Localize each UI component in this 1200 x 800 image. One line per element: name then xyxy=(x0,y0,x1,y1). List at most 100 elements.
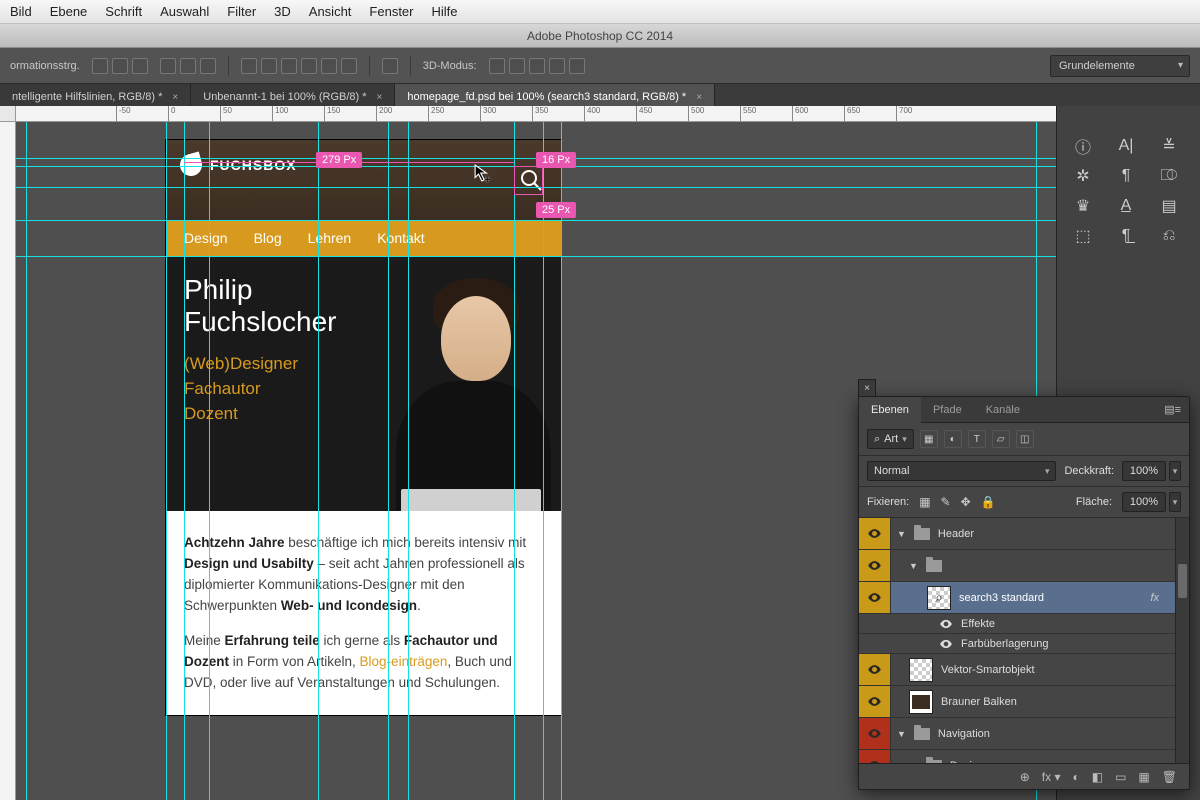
ruler-corner[interactable] xyxy=(0,106,16,122)
close-icon[interactable]: × xyxy=(172,92,178,103)
layer-item-selected[interactable]: search3 standardfx⌃ xyxy=(859,582,1189,614)
visibility-toggle[interactable] xyxy=(859,750,891,763)
layer-effect-item[interactable]: Farbüberlagerung xyxy=(859,634,1189,654)
3d-icon[interactable] xyxy=(529,58,545,74)
guide[interactable] xyxy=(16,256,1200,257)
menu-item[interactable]: Hilfe xyxy=(432,4,458,19)
selection-box[interactable] xyxy=(514,166,543,195)
layers-panel[interactable]: × Ebenen Pfade Kanäle ▤≡ ⌕ Art ▦ ◐ T ▱ ◫… xyxy=(858,396,1190,790)
distribute-icon[interactable] xyxy=(321,58,337,74)
scrollbar-thumb[interactable] xyxy=(1178,564,1187,598)
guide[interactable] xyxy=(561,122,562,800)
link-layers-icon[interactable]: ⊕ xyxy=(1020,770,1030,784)
align-icon[interactable] xyxy=(200,58,216,74)
menu-item[interactable]: Fenster xyxy=(369,4,413,19)
navigator-icon[interactable]: ✲ xyxy=(1067,164,1099,188)
visibility-toggle[interactable] xyxy=(859,718,891,749)
3d-icon[interactable] xyxy=(509,58,525,74)
blend-row[interactable]: Normal Deckkraft: 100% ▾ xyxy=(859,456,1189,487)
align-icon[interactable] xyxy=(112,58,128,74)
distribute-icon[interactable] xyxy=(281,58,297,74)
3d-icon[interactable] xyxy=(489,58,505,74)
layer-filter-row[interactable]: ⌕ Art ▦ ◐ T ▱ ◫ xyxy=(859,423,1189,456)
document-canvas[interactable]: FUCHSBOX Design Blog Lehren Kontakt Phil… xyxy=(166,140,561,715)
panel-tab-bar[interactable]: Ebenen Pfade Kanäle ▤≡ xyxy=(859,397,1189,423)
guide[interactable] xyxy=(388,122,389,800)
filter-smart-icon[interactable]: ◫ xyxy=(1016,430,1034,448)
auto-align-icon[interactable] xyxy=(382,58,398,74)
opacity-stepper-icon[interactable]: ▾ xyxy=(1169,461,1181,481)
visibility-toggle[interactable] xyxy=(859,582,891,613)
new-layer-icon[interactable]: ▦ xyxy=(1138,770,1149,784)
layer-group[interactable]: ▼Header xyxy=(859,518,1189,550)
layers-palette-icon[interactable]: ♛ xyxy=(1067,194,1099,218)
new-group-icon[interactable]: ▭ xyxy=(1115,770,1126,784)
guide[interactable] xyxy=(408,122,409,800)
3d-mode-group[interactable] xyxy=(489,58,585,74)
3d-icon[interactable] xyxy=(549,58,565,74)
filter-shape-icon[interactable]: ▱ xyxy=(992,430,1010,448)
visibility-toggle[interactable] xyxy=(939,617,953,631)
layer-thumbnail[interactable] xyxy=(909,658,933,682)
workspace-dropdown[interactable]: Grundelemente xyxy=(1050,55,1190,77)
panel-tab-paths[interactable]: Pfade xyxy=(921,397,974,423)
document-tab[interactable]: ntelligente Hilfslinien, RGB/8) *× xyxy=(0,84,191,106)
paragraph-icon[interactable]: ¶ xyxy=(1110,164,1142,188)
align-icon[interactable] xyxy=(132,58,148,74)
menu-item[interactable]: Bild xyxy=(10,4,32,19)
visibility-toggle[interactable] xyxy=(859,686,891,717)
document-tab-active[interactable]: homepage_fd.psd bei 100% (search3 standa… xyxy=(395,84,715,106)
menu-item[interactable]: Auswahl xyxy=(160,4,209,19)
guide[interactable] xyxy=(543,122,544,800)
guide[interactable] xyxy=(16,220,1200,221)
filter-adjust-icon[interactable]: ◐ xyxy=(944,430,962,448)
history-icon[interactable]: ⎌ xyxy=(1153,224,1185,248)
distribute-icon[interactable] xyxy=(241,58,257,74)
layer-group[interactable]: ▼Navigation xyxy=(859,718,1189,750)
document-tab[interactable]: Unbenannt-1 bei 100% (RGB/8) *× xyxy=(191,84,395,106)
twisty-icon[interactable]: ▼ xyxy=(909,761,918,764)
guide[interactable] xyxy=(26,122,27,800)
align-icon[interactable] xyxy=(180,58,196,74)
twisty-icon[interactable]: ▼ xyxy=(897,529,906,539)
guide[interactable] xyxy=(16,158,1200,159)
panel-tab-layers[interactable]: Ebenen xyxy=(859,397,921,423)
guide[interactable] xyxy=(209,122,210,800)
guide[interactable] xyxy=(184,122,185,800)
menu-item[interactable]: Ansicht xyxy=(309,4,352,19)
fill-stepper-icon[interactable]: ▾ xyxy=(1169,492,1181,512)
menu-item[interactable]: Ebene xyxy=(50,4,88,19)
layer-thumbnail[interactable] xyxy=(909,690,933,714)
fx-menu-icon[interactable]: fx ▾ xyxy=(1042,770,1061,784)
close-icon[interactable]: × xyxy=(377,92,383,103)
filter-kind-dropdown[interactable]: ⌕ Art xyxy=(867,429,914,449)
lock-move-icon[interactable]: ✥ xyxy=(961,495,971,509)
layers-panel-footer[interactable]: ⊕ fx ▾ ◐ ◧ ▭ ▦ 🗑 xyxy=(859,763,1189,789)
panel-menu-icon[interactable]: ▤≡ xyxy=(1156,403,1189,416)
filter-type-icon[interactable]: T xyxy=(968,430,986,448)
swatches-icon[interactable]: ▤ xyxy=(1153,194,1185,218)
filter-pixel-icon[interactable]: ▦ xyxy=(920,430,938,448)
adjustment-layer-icon[interactable]: ◧ xyxy=(1092,770,1103,784)
guide[interactable] xyxy=(166,122,167,800)
paragraph-styles-icon[interactable]: ≚ xyxy=(1153,134,1185,158)
layer-effects-header[interactable]: Effekte xyxy=(859,614,1189,634)
lock-all-icon[interactable]: 🔒 xyxy=(981,495,996,509)
horizontal-ruler[interactable]: -50 0 50 100 150 200 250 300 350 400 450… xyxy=(16,106,1200,122)
guide[interactable] xyxy=(318,122,319,800)
layer-group[interactable]: ▼ xyxy=(859,550,1189,582)
menu-item[interactable]: Filter xyxy=(227,4,256,19)
3d-icon[interactable] xyxy=(569,58,585,74)
vertical-ruler[interactable] xyxy=(0,122,16,800)
align-icon[interactable] xyxy=(92,58,108,74)
layer-mask-icon[interactable]: ◐ xyxy=(1072,770,1079,784)
align-icon[interactable] xyxy=(160,58,176,74)
fill-value[interactable]: 100% xyxy=(1122,492,1166,512)
os-menu-bar[interactable]: Bild Ebene Schrift Auswahl Filter 3D Ans… xyxy=(0,0,1200,24)
info-icon[interactable]: ⓘ xyxy=(1067,134,1099,158)
trash-icon[interactable]: 🗑 xyxy=(1162,770,1177,784)
align-left-group[interactable] xyxy=(92,58,148,74)
guide[interactable] xyxy=(514,122,515,800)
visibility-toggle[interactable] xyxy=(859,550,891,581)
layer-thumbnail[interactable] xyxy=(927,586,951,610)
